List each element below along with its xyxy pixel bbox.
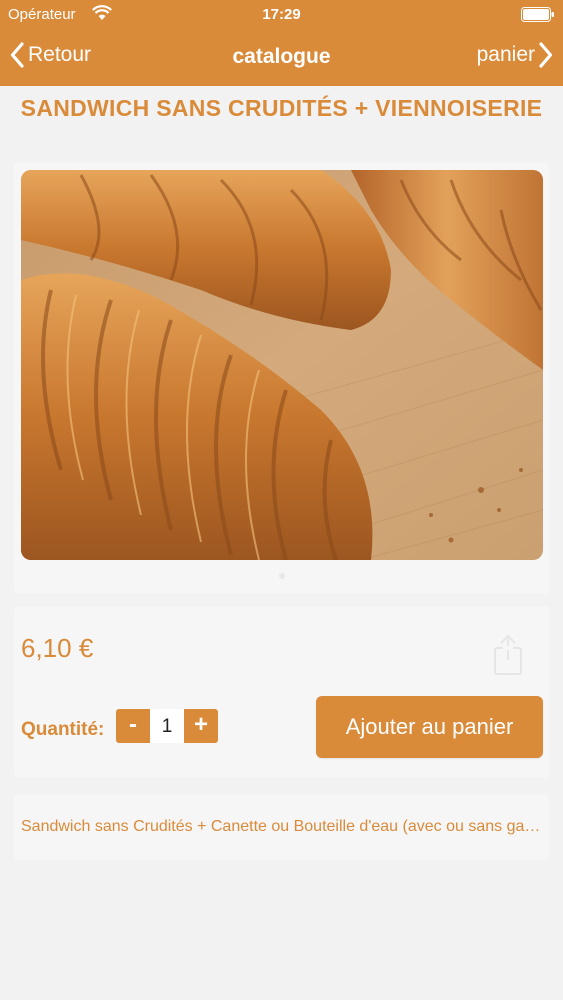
- product-image[interactable]: [21, 170, 543, 560]
- add-to-cart-button[interactable]: Ajouter au panier: [316, 696, 543, 758]
- back-button[interactable]: Retour: [10, 42, 91, 68]
- status-bar: Opérateur 17:29: [0, 0, 563, 30]
- navigation-bar: Retour catalogue panier: [0, 30, 563, 86]
- chevron-right-icon: [539, 42, 553, 68]
- quantity-increase-button[interactable]: +: [184, 709, 218, 743]
- quantity-label: Quantité:: [21, 719, 105, 740]
- quantity-decrease-button[interactable]: -: [116, 709, 150, 743]
- quantity-value[interactable]: 1: [150, 709, 184, 743]
- share-icon[interactable]: [492, 634, 524, 676]
- cart-label: panier: [476, 43, 535, 66]
- cart-button[interactable]: panier: [477, 42, 553, 68]
- product-title: SANDWICH SANS CRUDITÉS + VIENNOISERIE: [20, 95, 543, 121]
- chevron-left-icon: [10, 42, 24, 68]
- product-description: Sandwich sans Crudités + Canette ou Bout…: [21, 818, 543, 835]
- croissant-image: [21, 170, 543, 560]
- clock: 17:29: [262, 6, 301, 23]
- back-label: Retour: [28, 43, 92, 66]
- carousel-indicator[interactable]: [0, 566, 563, 584]
- product-price: 6,10 €: [21, 633, 94, 663]
- battery-icon: [521, 7, 554, 22]
- carousel-dot[interactable]: [278, 573, 285, 579]
